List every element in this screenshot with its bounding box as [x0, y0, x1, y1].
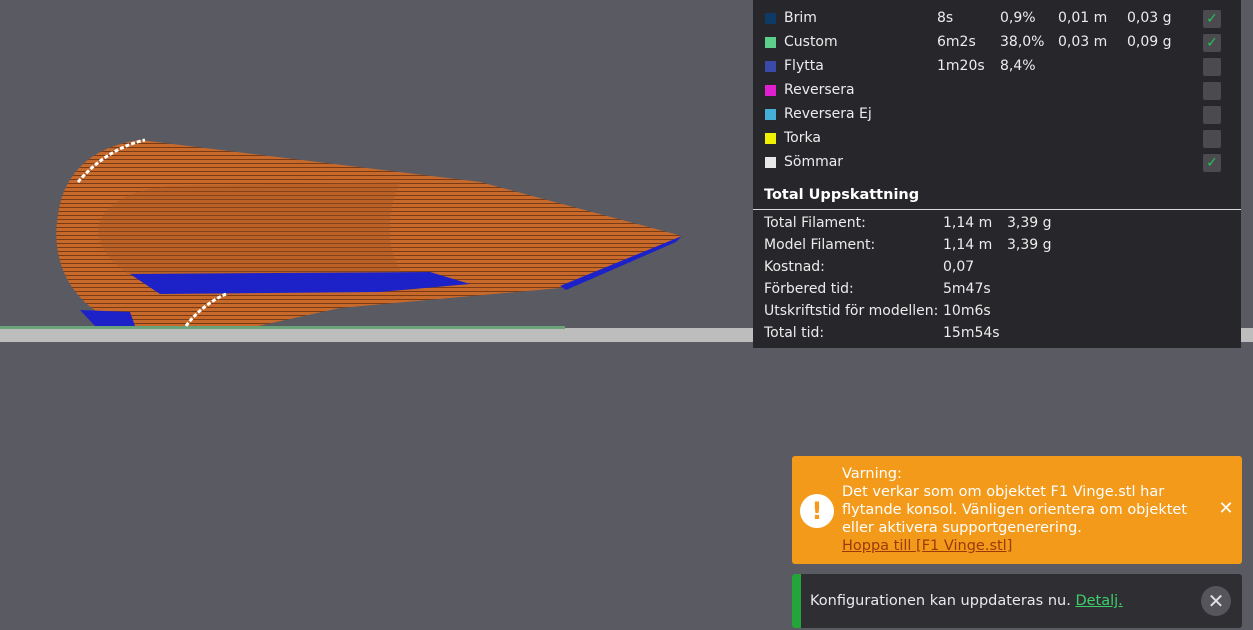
total-value: 10m6s: [943, 303, 991, 319]
feature-weight: 0,03 g: [1127, 10, 1172, 26]
legend-row: Flytta 1m20s 8,4%: [753, 55, 1241, 79]
total-label: Förbered tid:: [764, 281, 854, 297]
legend-row: Reversera: [753, 79, 1241, 103]
feature-percent: 38,0%: [1000, 34, 1045, 50]
jump-to-object-link[interactable]: Hoppa till [F1 Vinge.stl]: [842, 537, 1192, 555]
close-icon[interactable]: ✕: [1216, 499, 1236, 519]
notification-message: Konfigurationen kan uppdateras nu.: [810, 593, 1071, 609]
notification-accent-bar: [792, 574, 801, 628]
total-weight: 3,39 g: [1007, 215, 1052, 231]
color-swatch: [765, 109, 776, 120]
total-weight: 3,39 g: [1007, 237, 1052, 253]
color-swatch: [765, 37, 776, 48]
visibility-checkbox[interactable]: [1203, 106, 1221, 124]
divider: [753, 209, 1241, 210]
warning-text: Varning: Det verkar som om objektet F1 V…: [842, 465, 1192, 555]
total-row: Model Filament: 1,14 m 3,39 g: [753, 234, 1241, 256]
legend-row: Torka: [753, 127, 1241, 151]
color-swatch: [765, 85, 776, 96]
feature-percent: 0,9%: [1000, 10, 1036, 26]
total-value: 0,07: [943, 259, 975, 275]
feature-name: Reversera: [784, 82, 855, 98]
total-label: Utskriftstid för modellen:: [764, 303, 939, 319]
total-value: 1,14 m: [943, 237, 993, 253]
feature-length: 0,01 m: [1058, 10, 1108, 26]
legend-row: Brim 8s 0,9% 0,01 m 0,03 g ✓: [753, 7, 1241, 31]
legend-row: Sömmar ✓: [753, 151, 1241, 175]
feature-time: 1m20s: [937, 58, 985, 74]
legend-row: Custom 6m2s 38,0% 0,03 m 0,09 g ✓: [753, 31, 1241, 55]
feature-name: Sömmar: [784, 154, 844, 170]
total-estimate-header: Total Uppskattning: [764, 187, 920, 203]
feature-time: 6m2s: [937, 34, 976, 50]
total-value: 15m54s: [943, 325, 1000, 341]
update-notification: Konfigurationen kan uppdateras nu. Detal…: [792, 574, 1242, 628]
details-link[interactable]: Detalj.: [1075, 593, 1122, 609]
total-value: 1,14 m: [943, 215, 993, 231]
total-row: Kostnad: 0,07: [753, 256, 1241, 278]
color-swatch: [765, 13, 776, 24]
feature-name: Reversera Ej: [784, 106, 872, 122]
color-swatch: [765, 61, 776, 72]
warning-message: Det verkar som om objektet F1 Vinge.stl …: [842, 484, 1188, 536]
total-label: Total tid:: [764, 325, 825, 341]
feature-length: 0,03 m: [1058, 34, 1108, 50]
total-row: Utskriftstid för modellen: 10m6s: [753, 300, 1241, 322]
total-row: Total tid: 15m54s: [753, 322, 1241, 344]
build-plate-edge: [0, 326, 565, 329]
total-row: Total Filament: 1,14 m 3,39 g: [753, 212, 1241, 234]
visibility-checkbox[interactable]: ✓: [1203, 34, 1221, 52]
total-label: Kostnad:: [764, 259, 825, 275]
support-edge: [80, 310, 135, 326]
legend-panel: Brim 8s 0,9% 0,01 m 0,03 g ✓ Custom 6m2s 38,0% 0,…: [753, 0, 1241, 348]
warning-title: Varning:: [842, 466, 902, 482]
feature-name: Flytta: [784, 58, 824, 74]
total-value: 5m47s: [943, 281, 991, 297]
visibility-checkbox[interactable]: ✓: [1203, 154, 1221, 172]
visibility-checkbox[interactable]: ✓: [1203, 10, 1221, 28]
exclamation-icon: !: [800, 494, 834, 528]
feature-name: Brim: [784, 10, 817, 26]
feature-name: Custom: [784, 34, 838, 50]
visibility-checkbox[interactable]: [1203, 82, 1221, 100]
feature-percent: 8,4%: [1000, 58, 1036, 74]
legend-row: Reversera Ej: [753, 103, 1241, 127]
total-row: Förbered tid: 5m47s: [753, 278, 1241, 300]
color-swatch: [765, 157, 776, 168]
feature-weight: 0,09 g: [1127, 34, 1172, 50]
close-icon[interactable]: ✕: [1201, 586, 1231, 616]
visibility-checkbox[interactable]: [1203, 58, 1221, 76]
total-label: Total Filament:: [764, 215, 866, 231]
feature-time: 8s: [937, 10, 954, 26]
total-label: Model Filament:: [764, 237, 876, 253]
visibility-checkbox[interactable]: [1203, 130, 1221, 148]
notification-text: Konfigurationen kan uppdateras nu. Detal…: [810, 593, 1123, 609]
color-swatch: [765, 133, 776, 144]
feature-name: Torka: [784, 130, 821, 146]
warning-toast: ! Varning: Det verkar som om objektet F1…: [792, 456, 1242, 564]
